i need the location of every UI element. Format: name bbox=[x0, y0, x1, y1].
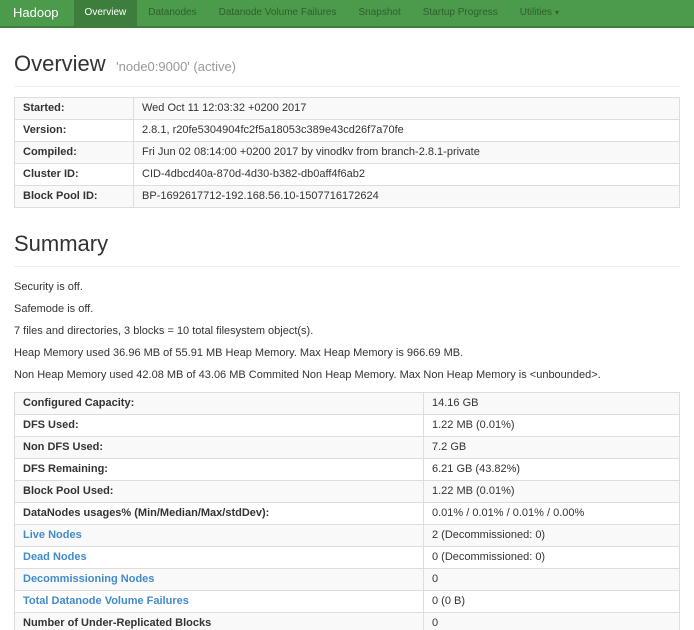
table-row: Started: Wed Oct 11 12:03:32 +0200 2017 bbox=[15, 98, 680, 120]
non-heap-memory-status: Non Heap Memory used 42.08 MB of 43.06 M… bbox=[14, 368, 680, 382]
nav-tab-utilities-dropdown[interactable]: Utilities▾ bbox=[509, 0, 570, 26]
table-row: Version: 2.8.1, r20fe5304904fc2f5a18053c… bbox=[15, 120, 680, 142]
under-replicated-blocks-value: 0 bbox=[424, 613, 680, 630]
dfs-used-value: 1.22 MB (0.01%) bbox=[424, 415, 680, 437]
summary-title: Summary bbox=[14, 231, 108, 256]
configured-capacity-label: Configured Capacity: bbox=[15, 393, 424, 415]
summary-header: Summary bbox=[14, 231, 680, 267]
version-value: 2.8.1, r20fe5304904fc2f5a18053c389e43cd2… bbox=[134, 120, 680, 142]
non-dfs-used-label: Non DFS Used: bbox=[15, 437, 424, 459]
under-replicated-blocks-label: Number of Under-Replicated Blocks bbox=[15, 613, 424, 630]
started-label: Started: bbox=[15, 98, 134, 120]
started-value: Wed Oct 11 12:03:32 +0200 2017 bbox=[134, 98, 680, 120]
block-pool-used-label: Block Pool Used: bbox=[15, 481, 424, 503]
cluster-id-value: CID-4dbcd40a-870d-4d30-b382-db0aff4f6ab2 bbox=[134, 164, 680, 186]
cluster-id-label: Cluster ID: bbox=[15, 164, 134, 186]
overview-header: Overview 'node0:9000' (active) bbox=[14, 51, 680, 87]
table-row: Dead Nodes 0 (Decommissioned: 0) bbox=[15, 547, 680, 569]
block-pool-id-value: BP-1692617712-192.168.56.10-150771617262… bbox=[134, 186, 680, 208]
table-row: DFS Remaining: 6.21 GB (43.82%) bbox=[15, 459, 680, 481]
hadoop-brand[interactable]: Hadoop bbox=[0, 0, 74, 26]
caret-down-icon: ▾ bbox=[555, 0, 559, 26]
summary-stats-table: Configured Capacity: 14.16 GB DFS Used: … bbox=[14, 392, 680, 630]
heap-memory-status: Heap Memory used 36.96 MB of 55.91 MB He… bbox=[14, 346, 680, 360]
version-label: Version: bbox=[15, 120, 134, 142]
nav-tab-snapshot[interactable]: Snapshot bbox=[347, 0, 411, 26]
compiled-label: Compiled: bbox=[15, 142, 134, 164]
decommissioning-nodes-value: 0 bbox=[424, 569, 680, 591]
table-row: Live Nodes 2 (Decommissioned: 0) bbox=[15, 525, 680, 547]
node-info-table: Started: Wed Oct 11 12:03:32 +0200 2017 … bbox=[14, 97, 680, 208]
overview-title: Overview bbox=[14, 51, 106, 76]
page-content: Overview 'node0:9000' (active) Started: … bbox=[0, 51, 694, 630]
safemode-status: Safemode is off. bbox=[14, 302, 680, 316]
filesystem-objects-status: 7 files and directories, 3 blocks = 10 t… bbox=[14, 324, 680, 338]
total-datanode-volume-failures-link[interactable]: Total Datanode Volume Failures bbox=[23, 595, 189, 607]
live-nodes-value: 2 (Decommissioned: 0) bbox=[424, 525, 680, 547]
dfs-remaining-value: 6.21 GB (43.82%) bbox=[424, 459, 680, 481]
namenode-address-status: 'node0:9000' (active) bbox=[116, 59, 236, 74]
configured-capacity-value: 14.16 GB bbox=[424, 393, 680, 415]
nav-tab-datanode-volume-failures[interactable]: Datanode Volume Failures bbox=[208, 0, 348, 26]
non-dfs-used-value: 7.2 GB bbox=[424, 437, 680, 459]
dfs-remaining-label: DFS Remaining: bbox=[15, 459, 424, 481]
table-row: Decommissioning Nodes 0 bbox=[15, 569, 680, 591]
decommissioning-nodes-link[interactable]: Decommissioning Nodes bbox=[23, 573, 154, 585]
table-row: Block Pool ID: BP-1692617712-192.168.56.… bbox=[15, 186, 680, 208]
table-row: Cluster ID: CID-4dbcd40a-870d-4d30-b382-… bbox=[15, 164, 680, 186]
nav-tab-overview[interactable]: Overview bbox=[74, 0, 138, 26]
table-row: Number of Under-Replicated Blocks 0 bbox=[15, 613, 680, 630]
dead-nodes-value: 0 (Decommissioned: 0) bbox=[424, 547, 680, 569]
top-navbar: Hadoop Overview Datanodes Datanode Volum… bbox=[0, 0, 694, 28]
table-row: Compiled: Fri Jun 02 08:14:00 +0200 2017… bbox=[15, 142, 680, 164]
table-row: DataNodes usages% (Min/Median/Max/stdDev… bbox=[15, 503, 680, 525]
dead-nodes-link[interactable]: Dead Nodes bbox=[23, 551, 87, 563]
nav-tab-startup-progress[interactable]: Startup Progress bbox=[412, 0, 509, 26]
datanodes-usages-label: DataNodes usages% (Min/Median/Max/stdDev… bbox=[15, 503, 424, 525]
table-row: Non DFS Used: 7.2 GB bbox=[15, 437, 680, 459]
nav-tab-datanodes[interactable]: Datanodes bbox=[137, 0, 207, 26]
total-datanode-volume-failures-value: 0 (0 B) bbox=[424, 591, 680, 613]
summary-status-text: Security is off. Safemode is off. 7 file… bbox=[14, 280, 680, 382]
security-status: Security is off. bbox=[14, 280, 680, 294]
block-pool-id-label: Block Pool ID: bbox=[15, 186, 134, 208]
compiled-value: Fri Jun 02 08:14:00 +0200 2017 by vinodk… bbox=[134, 142, 680, 164]
datanodes-usages-value: 0.01% / 0.01% / 0.01% / 0.00% bbox=[424, 503, 680, 525]
utilities-label: Utilities bbox=[520, 7, 552, 18]
dfs-used-label: DFS Used: bbox=[15, 415, 424, 437]
table-row: DFS Used: 1.22 MB (0.01%) bbox=[15, 415, 680, 437]
block-pool-used-value: 1.22 MB (0.01%) bbox=[424, 481, 680, 503]
live-nodes-link[interactable]: Live Nodes bbox=[23, 529, 82, 541]
table-row: Block Pool Used: 1.22 MB (0.01%) bbox=[15, 481, 680, 503]
table-row: Total Datanode Volume Failures 0 (0 B) bbox=[15, 591, 680, 613]
table-row: Configured Capacity: 14.16 GB bbox=[15, 393, 680, 415]
